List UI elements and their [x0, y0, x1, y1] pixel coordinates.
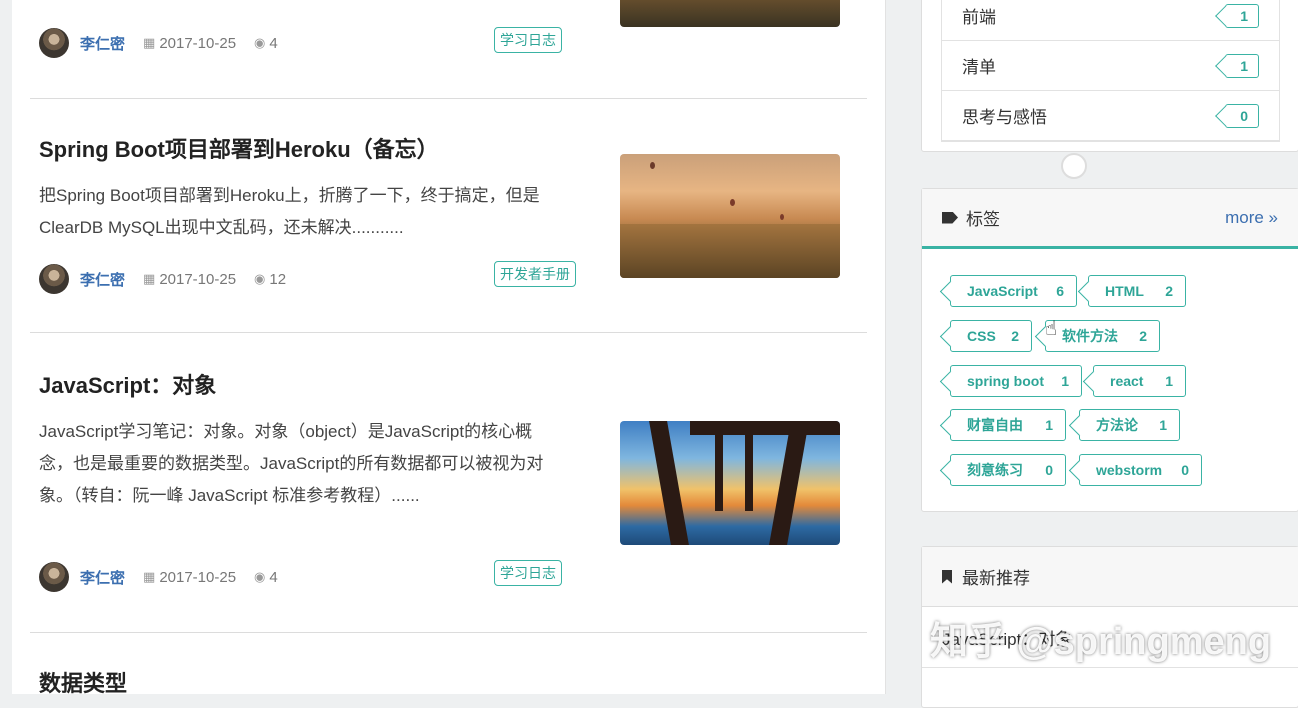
bookmark-icon — [942, 569, 952, 584]
category-badge[interactable]: 学习日志 — [494, 560, 562, 586]
more-link[interactable]: more » — [1225, 208, 1278, 228]
divider — [30, 632, 867, 633]
article-title[interactable]: 数据类型 — [39, 666, 127, 698]
tag-count: 2 — [1165, 283, 1173, 299]
calendar-icon: ▦ — [143, 569, 156, 584]
tags-header: 标签 more » — [922, 189, 1298, 249]
category-name: 前端 — [962, 8, 996, 27]
article-list: 李仁密 ▦ 2017-10-25 ◉ 4 学习日志 Spring Boot项目部… — [12, 0, 886, 696]
eye-icon: ◉ — [254, 569, 266, 584]
eye-icon: ◉ — [254, 271, 266, 286]
category-item[interactable]: 前端 1 — [942, 0, 1279, 41]
tag-count: 2 — [1011, 328, 1019, 344]
category-list: 前端 1 清单 1 思考与感悟 0 — [941, 0, 1280, 142]
article-excerpt: JavaScript学习笔记：对象。对象（object）是JavaScript的… — [39, 422, 544, 505]
tag-software-method[interactable]: 软件方法 2 — [1045, 320, 1160, 352]
author-link[interactable]: 李仁密 — [80, 269, 125, 290]
tags-card: 标签 more » JavaScript 6 HTML 2 CSS 2 软件方法… — [921, 188, 1298, 512]
loading-ring — [1061, 153, 1087, 179]
article-thumbnail[interactable] — [620, 421, 840, 545]
divider — [30, 332, 867, 333]
category-name: 清单 — [962, 58, 996, 77]
tag-count: 0 — [1045, 462, 1053, 478]
tag-count: 1 — [1159, 417, 1167, 433]
tag-name: 软件方法 — [1062, 328, 1118, 344]
tag-name: spring boot — [967, 373, 1044, 389]
tag-react[interactable]: react 1 — [1093, 365, 1186, 397]
article-excerpt: 把Spring Boot项目部署到Heroku上，折腾了一下，终于搞定，但是Cl… — [39, 186, 540, 237]
eye-icon: ◉ — [254, 35, 266, 50]
article-thumbnail[interactable] — [620, 154, 840, 278]
divider — [30, 98, 867, 99]
category-badge[interactable]: 学习日志 — [494, 27, 562, 53]
calendar-icon: ▦ — [143, 271, 156, 286]
tag-count: 6 — [1056, 283, 1064, 299]
article-meta: 李仁密 ▦ 2017-10-25 ◉ 4 — [39, 562, 278, 592]
article-thumbnail[interactable] — [620, 0, 840, 27]
recommend-header: 最新推荐 — [922, 547, 1298, 607]
tag-html[interactable]: HTML 2 — [1088, 275, 1186, 307]
category-item[interactable]: 思考与感悟 0 — [942, 91, 1279, 141]
tag-name: react — [1110, 373, 1144, 389]
categories-card: 前端 1 清单 1 思考与感悟 0 — [921, 0, 1298, 152]
post-date: 2017-10-25 — [159, 270, 237, 288]
watermark: 知乎 @springmeng — [930, 621, 1272, 663]
tag-count: 1 — [1165, 373, 1173, 389]
tag-name: CSS — [967, 328, 996, 344]
tag-count: 0 — [1181, 462, 1189, 478]
tag-count: 2 — [1139, 328, 1147, 344]
recommend-title: 最新推荐 — [962, 569, 1030, 588]
view-count: 4 — [269, 34, 278, 52]
tag-count: 1 — [1061, 373, 1069, 389]
view-count: 12 — [269, 270, 287, 288]
article-meta: 李仁密 ▦ 2017-10-25 ◉ 4 — [39, 28, 278, 58]
tag-name: HTML — [1105, 283, 1144, 299]
avatar[interactable] — [39, 28, 69, 58]
tag-name: 刻意练习 — [967, 462, 1023, 478]
tag-deliberate-practice[interactable]: 刻意练习 0 — [950, 454, 1066, 486]
tag-count: 1 — [1045, 417, 1053, 433]
tag-icon — [942, 211, 958, 224]
category-count: 1 — [1225, 3, 1259, 28]
avatar[interactable] — [39, 264, 69, 294]
author-link[interactable]: 李仁密 — [80, 567, 125, 588]
tag-name: 财富自由 — [967, 417, 1023, 433]
tag-css[interactable]: CSS 2 — [950, 320, 1032, 352]
tag-financial-freedom[interactable]: 财富自由 1 — [950, 409, 1066, 441]
calendar-icon: ▦ — [143, 35, 156, 50]
hand-cursor-icon: ☝ — [1045, 318, 1058, 340]
category-name: 思考与感悟 — [962, 108, 1047, 127]
post-date: 2017-10-25 — [159, 34, 237, 52]
author-link[interactable]: 李仁密 — [80, 33, 125, 54]
tag-webstorm[interactable]: webstorm 0 — [1079, 454, 1202, 486]
category-count: 1 — [1225, 53, 1259, 78]
tag-name: webstorm — [1096, 462, 1163, 478]
post-date: 2017-10-25 — [159, 568, 237, 586]
view-count: 4 — [269, 568, 278, 586]
tag-name: 方法论 — [1096, 417, 1138, 433]
article-title[interactable]: JavaScript：对象 — [39, 368, 216, 400]
tag-spring-boot[interactable]: spring boot 1 — [950, 365, 1082, 397]
tag-name: JavaScript — [967, 283, 1038, 299]
article-title[interactable]: Spring Boot项目部署到Heroku（备忘） — [39, 132, 439, 164]
avatar[interactable] — [39, 562, 69, 592]
article-meta: 李仁密 ▦ 2017-10-25 ◉ 12 — [39, 264, 286, 294]
category-item[interactable]: 清单 1 — [942, 41, 1279, 91]
category-count: 0 — [1225, 103, 1259, 128]
tag-methodology[interactable]: 方法论 1 — [1079, 409, 1180, 441]
tag-javascript[interactable]: JavaScript 6 — [950, 275, 1077, 307]
tags-title: 标签 — [966, 210, 1000, 229]
category-badge[interactable]: 开发者手册 — [494, 261, 576, 287]
